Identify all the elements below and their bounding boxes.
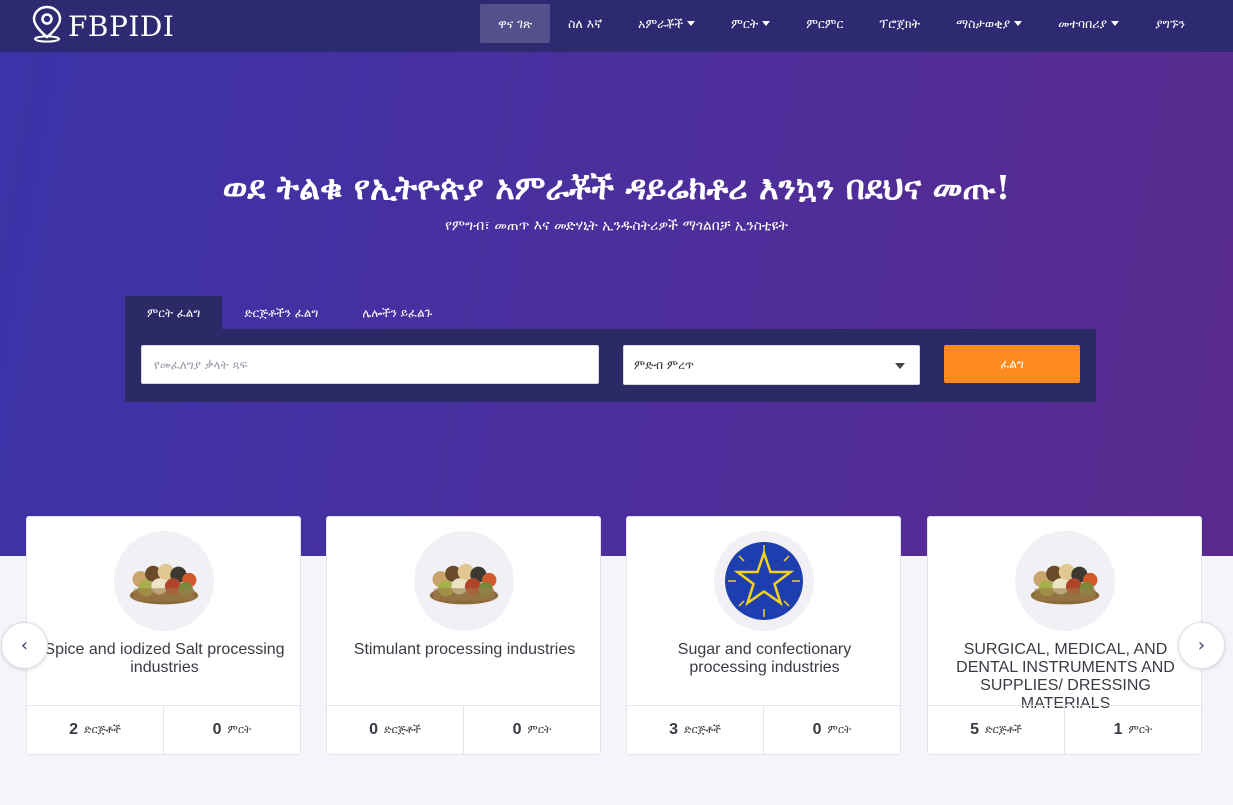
nav-label: መተባበሪያ	[1058, 15, 1108, 31]
card-title: Sugar and confectionary processing indus…	[677, 641, 852, 676]
companies-label: ድርጅቶች	[683, 723, 721, 736]
category-card[interactable]: Stimulant processing industries 0 ድርጅቶች …	[326, 516, 601, 755]
nav-item-collaboration[interactable]: መተባበሪያ	[1040, 4, 1137, 43]
products-stat: 0 ምርት	[163, 706, 300, 754]
companies-count: 2	[69, 721, 78, 738]
nav-label: ያግኙን	[1155, 15, 1185, 31]
hero-title: ወደ ትልቁ የኢትዮጵያ አምራቾች ዳይሬክቶሪ እንኳን በደህና መጡ!	[222, 168, 1011, 207]
companies-count: 0	[369, 721, 378, 738]
card-stats: 3 ድርጅቶች 0 ምርት	[627, 705, 900, 754]
companies-label: ድርጅቶች	[83, 723, 121, 736]
companies-count: 5	[970, 721, 979, 738]
search-input[interactable]	[141, 345, 599, 384]
caret-down-icon	[1014, 21, 1023, 26]
nav-label: ፕሮጀክት	[879, 15, 921, 31]
companies-label: ድርጅቶች	[984, 723, 1022, 736]
chevron-right-icon: ›	[1197, 635, 1206, 656]
hero-subtitle: የምግብ፣ መጠጥ እና መድሃኒት ኢንዱስትሪዎች ማጎልበቻ ኢንስቲዩት	[445, 218, 788, 234]
companies-label: ድርጅቶች	[383, 723, 421, 736]
products-label: ምርት	[1128, 723, 1153, 736]
nav-item-home[interactable]: ዋና ገጽ	[480, 4, 551, 43]
companies-count: 3	[669, 721, 678, 738]
nav-label: ስለ እኛ	[568, 15, 603, 31]
category-select[interactable]: ምድብ ምረጥ	[623, 345, 920, 385]
nav-label: ምርምር	[806, 15, 844, 31]
search-panel: ምድብ ምረጥ ፈልግ	[125, 329, 1096, 402]
search-tabs: ምርት ፈልግ ድርጅቶችን ፈልግ ሌሎችን ይፈልጉ	[125, 296, 454, 330]
products-stat: 0 ምርት	[763, 706, 900, 754]
companies-stat: 2 ድርጅቶች	[27, 706, 163, 754]
ethiopian-emblem-image	[714, 531, 814, 631]
products-count: 1	[1113, 721, 1123, 738]
hero-banner	[0, 0, 1233, 556]
companies-stat: 3 ድርጅቶች	[627, 706, 763, 754]
category-select-value: ምድብ ምረጥ	[634, 357, 694, 372]
products-label: ምርት	[227, 723, 252, 736]
carousel-next-button[interactable]: ›	[1178, 622, 1225, 669]
card-title: Stimulant processing industries	[353, 641, 576, 658]
chevron-down-icon	[895, 363, 905, 369]
tab-search-others[interactable]: ሌሎችን ይፈልጉ	[340, 296, 454, 330]
search-button[interactable]: ፈልግ	[944, 345, 1080, 383]
products-stat: 1 ምርት	[1064, 706, 1201, 754]
companies-stat: 5 ድርጅቶች	[928, 706, 1064, 754]
location-pin-icon	[30, 5, 64, 47]
nav-label: ማስታወቂያ	[956, 15, 1011, 31]
products-label: ምርት	[527, 723, 552, 736]
nav-item-contact[interactable]: ያግኙን	[1137, 4, 1203, 43]
nav-label: ዋና ገጽ	[498, 15, 533, 31]
nav-item-project[interactable]: ፕሮጀክት	[861, 4, 938, 43]
products-count: 0	[212, 721, 222, 738]
companies-stat: 0 ድርጅቶች	[327, 706, 463, 754]
nav-item-products[interactable]: ምርት	[713, 4, 788, 43]
spices-image	[114, 531, 214, 631]
caret-down-icon	[1111, 21, 1120, 26]
tab-search-companies[interactable]: ድርጅቶችን ፈልግ	[222, 296, 340, 330]
chevron-left-icon: ‹	[20, 635, 29, 656]
nav-label: ምርት	[731, 15, 759, 31]
products-label: ምርት	[827, 723, 852, 736]
products-count: 0	[512, 721, 522, 738]
top-navbar: FBPIDI ዋና ገጽ ስለ እኛ አምራቾች ምርት ምርምር ፕሮጀክት …	[0, 0, 1233, 52]
tab-search-products[interactable]: ምርት ፈልግ	[125, 296, 223, 330]
products-count: 0	[812, 721, 822, 738]
caret-down-icon	[762, 21, 771, 26]
caret-down-icon	[687, 21, 696, 26]
category-card[interactable]: Sugar and confectionary processing indus…	[626, 516, 901, 755]
spices-image	[1015, 531, 1115, 631]
nav-item-about[interactable]: ስለ እኛ	[550, 4, 620, 43]
products-stat: 0 ምርት	[463, 706, 600, 754]
category-card[interactable]: Spice and iodized Salt processing indust…	[26, 516, 301, 755]
nav-item-announcements[interactable]: ማስታወቂያ	[938, 4, 1040, 43]
card-stats: 5 ድርጅቶች 1 ምርት	[928, 705, 1201, 754]
main-nav: ዋና ገጽ ስለ እኛ አምራቾች ምርት ምርምር ፕሮጀክት ማስታወቂያ …	[480, 4, 1203, 43]
card-stats: 2 ድርጅቶች 0 ምርት	[27, 705, 300, 754]
card-title: Spice and iodized Salt processing indust…	[44, 641, 285, 676]
spices-image	[414, 531, 514, 631]
card-stats: 0 ድርጅቶች 0 ምርት	[327, 705, 600, 754]
nav-label: አምራቾች	[638, 15, 684, 31]
brand-logo[interactable]: FBPIDI	[30, 5, 175, 47]
brand-name: FBPIDI	[68, 9, 175, 43]
category-card[interactable]: SURGICAL, MEDICAL, AND DENTAL INSTRUMENT…	[927, 516, 1202, 755]
nav-item-research[interactable]: ምርምር	[788, 4, 861, 43]
card-title: SURGICAL, MEDICAL, AND DENTAL INSTRUMENT…	[956, 641, 1175, 712]
nav-item-manufacturers[interactable]: አምራቾች	[620, 4, 713, 43]
carousel-prev-button[interactable]: ‹	[1, 622, 48, 669]
